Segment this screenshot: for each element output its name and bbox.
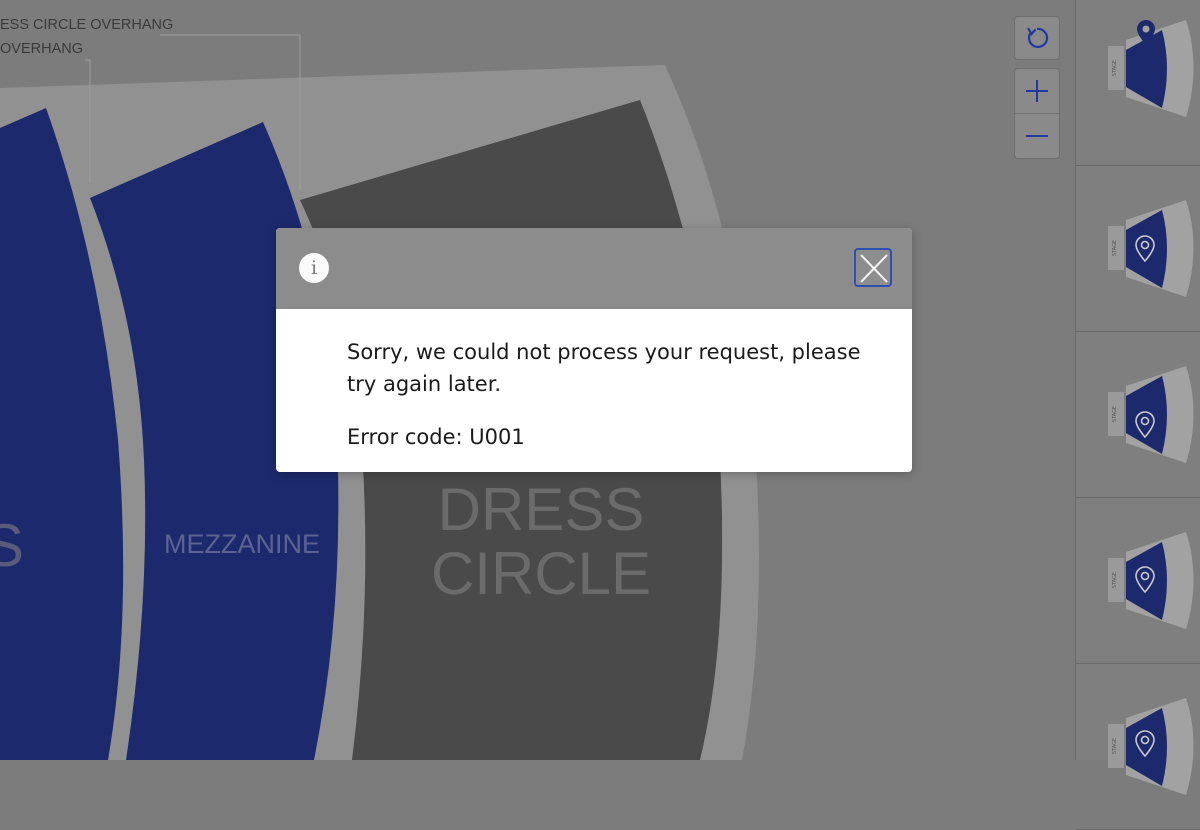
error-message: Sorry, we could not process your request…	[347, 340, 861, 396]
map-controls	[1014, 16, 1062, 159]
section-thumbnail-map: STAGE	[1108, 366, 1194, 463]
refresh-icon	[1027, 27, 1049, 49]
section-thumbnail[interactable]: STAGE	[1076, 332, 1200, 498]
stage-label: STAGE	[1112, 572, 1118, 588]
label-orchestra: S	[0, 512, 24, 579]
error-code: Error code: U001	[347, 425, 525, 449]
dialog-header: i	[276, 228, 912, 309]
section-thumbnail[interactable]: STAGE	[1076, 664, 1200, 830]
reset-view-button[interactable]	[1014, 16, 1060, 60]
error-dialog: i Sorry, we could not process your reque…	[276, 228, 912, 472]
stage-label: STAGE	[1112, 60, 1118, 76]
zoom-in-button[interactable]	[1015, 69, 1059, 113]
stage-label: STAGE	[1112, 738, 1118, 754]
section-thumbnails-sidebar[interactable]: STAGE STAGE STAGE STAGE STAGE	[1075, 0, 1200, 830]
label-overhang: OVERHANG	[0, 41, 83, 57]
plus-icon	[1026, 80, 1048, 102]
stage-label: STAGE	[1112, 406, 1118, 422]
section-thumbnail-map: STAGE	[1108, 200, 1194, 297]
section-thumbnail-map: STAGE	[1108, 20, 1194, 117]
stage-label: STAGE	[1112, 240, 1118, 256]
dialog-body: Sorry, we could not process your request…	[276, 309, 912, 453]
section-thumbnail[interactable]: STAGE	[1076, 498, 1200, 664]
zoom-out-button[interactable]	[1015, 113, 1059, 158]
close-icon	[860, 254, 888, 283]
label-circle: CIRCLE	[431, 540, 651, 607]
close-button[interactable]	[854, 248, 892, 287]
section-thumbnail[interactable]: STAGE	[1076, 166, 1200, 332]
label-dress: DRESS	[438, 476, 645, 543]
info-icon: i	[299, 253, 329, 283]
section-thumbnail[interactable]: STAGE	[1076, 0, 1200, 166]
section-thumbnail-map: STAGE	[1108, 698, 1194, 795]
label-mezzanine: MEZZANINE	[164, 529, 320, 559]
minus-icon	[1026, 135, 1048, 137]
section-thumbnail-map: STAGE	[1108, 532, 1194, 629]
label-dress-circle-overhang: ESS CIRCLE OVERHANG	[0, 17, 173, 33]
zoom-controls	[1014, 68, 1060, 159]
